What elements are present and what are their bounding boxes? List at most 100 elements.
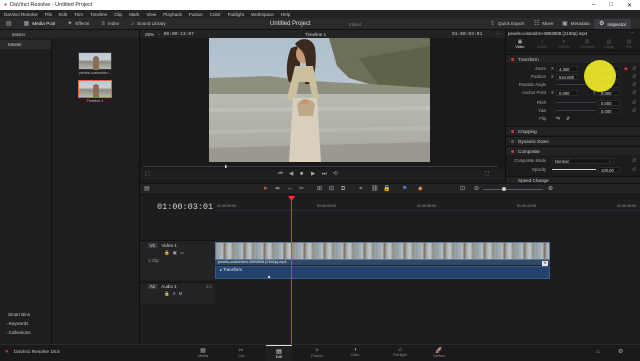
go-to-start-icon[interactable]: ⏮ xyxy=(278,171,283,178)
page-cut[interactable]: ✂ Cut xyxy=(228,345,254,361)
timeline-zoom-slider[interactable] xyxy=(483,189,543,190)
yaw-field[interactable]: 0.000 xyxy=(598,107,620,114)
page-deliver[interactable]: 🚀 Deliver xyxy=(426,345,452,361)
blade-tool-icon[interactable]: ✂ xyxy=(299,186,304,192)
bin-master[interactable]: Master xyxy=(0,40,51,49)
dynamic-trim-icon[interactable]: ⇔ xyxy=(287,186,293,192)
yaw-slider[interactable] xyxy=(556,110,596,111)
media-clip-timeline[interactable]: Timeline 1 xyxy=(77,80,113,103)
viewer-scrubber[interactable] xyxy=(143,165,498,168)
position-x-field[interactable]: 534.000 xyxy=(556,73,578,80)
flip-vertical-icon[interactable]: ⇵ xyxy=(566,116,570,122)
menu-color[interactable]: Color xyxy=(210,12,221,17)
timeline-ruler[interactable]: 01:00:00:00 01:00:04:00 01:00:08:00 01:0… xyxy=(215,199,640,211)
enabled-indicator-icon[interactable] xyxy=(511,130,514,133)
composite-section-header[interactable]: Composite xyxy=(506,146,640,155)
zoom-to-fit-icon[interactable]: ⊡ xyxy=(460,186,465,192)
reset-icon[interactable]: ↺ xyxy=(632,74,636,80)
zoom-out-icon[interactable]: ⊖ xyxy=(474,186,479,192)
close-icon[interactable]: ✕ xyxy=(627,2,632,9)
mixer-button[interactable]: ☷ Mixer xyxy=(528,21,560,27)
maximize-icon[interactable]: □ xyxy=(609,2,613,9)
dynamic-zoom-section-header[interactable]: Dynamic Zoom xyxy=(506,136,640,145)
media-clip-video[interactable]: pexels-costombro... xyxy=(77,52,113,75)
transform-section-header[interactable]: Transform xyxy=(506,54,640,63)
selection-tool-icon[interactable]: ➤ xyxy=(263,186,268,192)
reset-icon[interactable]: ↺ xyxy=(632,90,636,96)
overwrite-clip-icon[interactable]: ⊟ xyxy=(329,186,334,192)
tab-video[interactable]: ▣ Video xyxy=(511,40,529,50)
more-options-icon[interactable]: ⋯ xyxy=(495,31,500,37)
settings-gear-icon[interactable]: ⚙ xyxy=(618,349,623,355)
go-to-end-icon[interactable]: ⏭ xyxy=(322,171,327,178)
opacity-slider[interactable] xyxy=(552,169,596,170)
menu-fairlight[interactable]: Fairlight xyxy=(228,12,244,17)
tab-effects[interactable]: ✦ Effects xyxy=(555,40,573,50)
media-pool-button[interactable]: ▦ Media Pool xyxy=(18,21,62,27)
menu-timeline[interactable]: Timeline xyxy=(90,12,107,17)
video-clip[interactable] xyxy=(215,242,550,260)
menu-playback[interactable]: Playback xyxy=(163,12,182,17)
pitch-field[interactable]: 0.000 xyxy=(598,99,620,106)
track-visibility-icon[interactable]: ▭ xyxy=(180,250,184,256)
auto-select-icon[interactable]: ▣ xyxy=(173,250,177,256)
edit-index-button[interactable]: ≡ Index xyxy=(95,21,125,27)
inspector-button[interactable]: ⚙ Inspector xyxy=(594,19,632,29)
page-fusion[interactable]: ✧ Fusion xyxy=(304,345,330,361)
insert-clip-icon[interactable]: ⊞ xyxy=(317,186,322,192)
page-fairlight[interactable]: ♫ Fairlight xyxy=(384,345,416,361)
menu-mark[interactable]: Mark xyxy=(129,12,139,17)
menu-trim[interactable]: Trim xyxy=(74,12,83,17)
reset-icon[interactable]: ↺ xyxy=(632,108,636,114)
speed-change-section-header[interactable]: Speed Change xyxy=(506,176,640,183)
reset-icon[interactable]: ↺ xyxy=(632,66,636,72)
menu-fusion[interactable]: Fusion xyxy=(189,12,203,17)
reset-icon[interactable]: ↺ xyxy=(632,100,636,106)
flip-horizontal-icon[interactable]: ⇋ xyxy=(556,116,560,122)
timeline-view-options-icon[interactable]: ▤ xyxy=(144,186,150,192)
metadata-button[interactable]: ▣ Metadata xyxy=(556,21,596,27)
menu-davinci[interactable]: DaVinci Resolve xyxy=(4,12,38,17)
viewer-zoom[interactable]: 25% xyxy=(145,32,154,37)
disabled-indicator-icon[interactable] xyxy=(511,140,514,143)
v1-track-name[interactable]: Video 1 xyxy=(161,243,177,248)
trim-tool-icon[interactable]: ⇹ xyxy=(275,186,280,192)
quick-export-button[interactable]: ⇪ Quick Export xyxy=(484,21,530,27)
keyframe-marker[interactable] xyxy=(268,276,270,278)
tab-transition[interactable]: ⧉ Transition xyxy=(577,40,597,50)
flag-icon[interactable]: ⚑ xyxy=(402,186,407,192)
stop-icon[interactable]: ■ xyxy=(300,171,303,178)
zoom-in-icon[interactable]: ⊕ xyxy=(548,186,553,192)
menu-help[interactable]: Help xyxy=(281,12,290,17)
page-edit[interactable]: ▤ Edit xyxy=(266,345,292,361)
reset-icon[interactable]: ↺ xyxy=(632,167,636,173)
page-media[interactable]: ▦ Media xyxy=(190,345,216,361)
position-lock-icon[interactable]: 🔒 xyxy=(383,186,390,192)
rewind-icon[interactable]: ◀ xyxy=(289,171,293,178)
playhead[interactable] xyxy=(291,197,292,344)
reset-icon[interactable]: ↺ xyxy=(632,82,636,88)
smart-bin-keywords[interactable]: › Keywords xyxy=(0,319,52,328)
lock-track-icon[interactable]: 🔒 xyxy=(164,291,170,297)
page-color[interactable]: ◑ Color xyxy=(342,345,368,361)
cropping-section-header[interactable]: Cropping xyxy=(506,126,640,135)
smart-bin-collections[interactable]: › Collections xyxy=(0,328,52,337)
replace-clip-icon[interactable]: ⧉ xyxy=(341,186,345,192)
marker-icon[interactable]: ◆ xyxy=(418,186,423,192)
fullscreen-icon[interactable]: ⛶ xyxy=(485,172,489,177)
anchor-x-field[interactable]: 0.000 xyxy=(556,89,578,96)
linked-selection-icon[interactable]: ⛓ xyxy=(371,186,379,192)
minimize-icon[interactable]: – xyxy=(592,2,595,9)
menu-clip[interactable]: Clip xyxy=(114,12,122,17)
lock-track-icon[interactable]: 🔒 xyxy=(164,250,170,256)
menu-file[interactable]: File xyxy=(45,12,52,17)
sound-library-button[interactable]: ♪ Sound Library xyxy=(125,21,172,27)
zoom-slider-handle[interactable] xyxy=(502,187,506,191)
a1-track-name[interactable]: Audio 1 xyxy=(161,284,177,289)
effects-button[interactable]: ✦ Effects xyxy=(61,21,95,27)
pitch-slider[interactable] xyxy=(556,102,596,103)
solo-track-icon[interactable]: S xyxy=(173,291,176,297)
menu-workspace[interactable]: Workspace xyxy=(251,12,274,17)
keyframe-icon[interactable]: ◆ xyxy=(624,66,628,72)
tab-image[interactable]: ▧ Image xyxy=(600,40,618,50)
